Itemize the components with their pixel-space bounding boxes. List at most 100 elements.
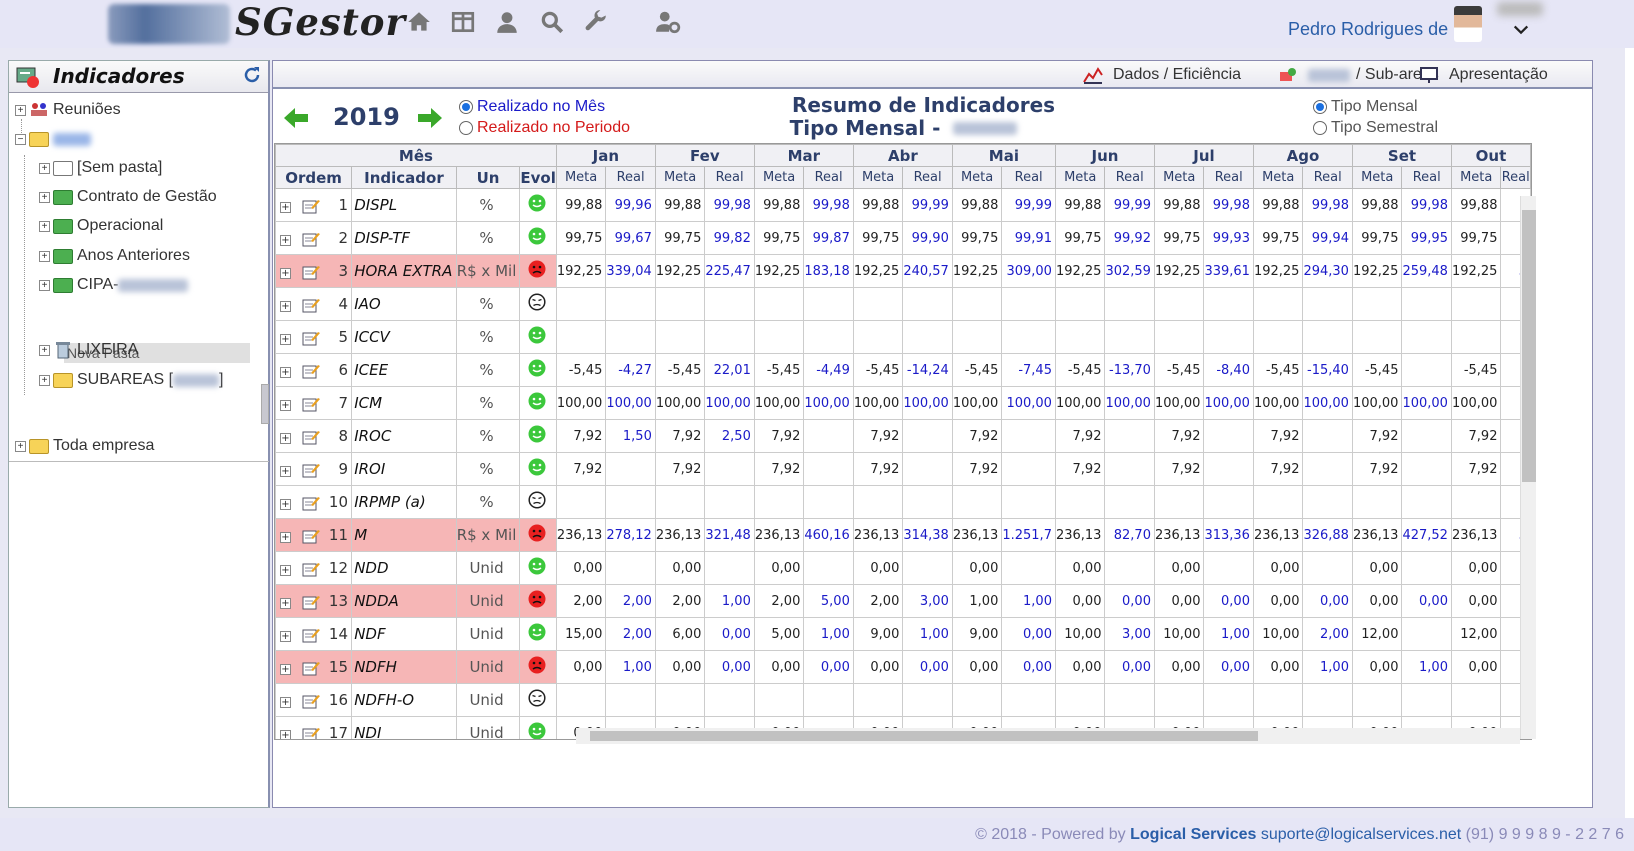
edit-icon[interactable]	[302, 396, 320, 412]
tree-item-sem-pasta[interactable]: + [Sem pasta]	[39, 157, 162, 179]
expand-icon[interactable]: +	[280, 564, 291, 576]
table-row[interactable]: +6 ICEE% -5,45 -4,27 -5,45 22,01 -5,45 -4,49 -5,…	[275, 353, 1531, 387]
row-indicator[interactable]: DISPL	[351, 188, 457, 222]
table-row[interactable]: +10 IRPMP (a)%	[275, 485, 1531, 519]
footer-email[interactable]: suporte@logicalservices.net	[1261, 826, 1461, 843]
edit-icon[interactable]	[302, 627, 320, 643]
edit-icon[interactable]	[302, 198, 320, 214]
expand-icon[interactable]: +	[280, 201, 291, 213]
table-row[interactable]: +13 NDDA Unid 2,00 2,00 2,00 1,00 2,00 5,00 2,00 3…	[275, 584, 1531, 618]
expand-icon[interactable]: +	[280, 300, 291, 312]
layout-icon[interactable]	[449, 8, 477, 36]
refresh-icon[interactable]	[242, 65, 262, 85]
horizontal-scrollbar[interactable]	[576, 728, 1520, 744]
panel-splitter[interactable]	[261, 384, 269, 424]
expand-icon[interactable]: +	[280, 498, 291, 510]
edit-icon[interactable]	[302, 429, 320, 445]
user-settings-icon[interactable]	[654, 8, 682, 36]
row-indicator[interactable]: IROI	[351, 452, 457, 486]
tree-item-contrato[interactable]: + Contrato de Gestão	[39, 186, 217, 208]
row-indicator[interactable]: NDD	[351, 551, 457, 585]
row-indicator[interactable]: NDI	[351, 716, 457, 739]
table-row[interactable]: +8 IROC% 7,92 1,50 7,92 2,50 7,92 7,92 7,92 7,92 7…	[275, 419, 1531, 453]
header-indicador[interactable]: Indicador	[351, 166, 457, 189]
row-indicator[interactable]: NDFH-O	[351, 683, 457, 717]
header-ordem[interactable]: Ordem	[275, 166, 353, 189]
table-row[interactable]: +5 ICCV%	[275, 320, 1531, 354]
row-indicator[interactable]: ICEE	[351, 353, 457, 387]
expand-icon[interactable]: +	[280, 465, 291, 477]
edit-icon[interactable]	[302, 231, 320, 247]
row-indicator[interactable]: ICM	[351, 386, 457, 420]
tree-item-cipa[interactable]: + CIPA-	[39, 274, 189, 296]
subareas-link[interactable]: / Sub-areas	[1278, 66, 1439, 84]
table-row[interactable]: +12 NDD Unid 0,00 0,00 0,00 0,00 0,00 0,00 0,00 0,…	[275, 551, 1531, 585]
table-row[interactable]: +3 HORA EXTRA R$ x Mil 192,25 339,04 192,25 22…	[275, 254, 1531, 288]
table-row[interactable]: +15 NDFH Unid 0,00 1,00 0,00 0,00 0,00 0,00 0,00 0…	[275, 650, 1531, 684]
tipo-semestral-radio[interactable]: Tipo Semestral	[1313, 119, 1438, 137]
table-row[interactable]: +4 IAO%	[275, 287, 1531, 321]
edit-icon[interactable]	[302, 594, 320, 610]
expand-icon[interactable]: +	[280, 597, 291, 609]
tree-item-anos[interactable]: + Anos Anteriores	[39, 245, 190, 267]
edit-icon[interactable]	[302, 726, 320, 740]
row-indicator[interactable]: IROC	[351, 419, 457, 453]
expand-icon[interactable]: +	[280, 696, 291, 708]
expand-icon[interactable]: +	[280, 234, 291, 246]
row-indicator[interactable]: IAO	[351, 287, 457, 321]
row-indicator[interactable]: M	[351, 518, 457, 552]
apresentacao-link[interactable]: Apresentação	[1419, 66, 1548, 84]
table-row[interactable]: +16 NDFH-O Unid	[275, 683, 1531, 717]
radio-button[interactable]	[1313, 121, 1327, 135]
expand-icon[interactable]: +	[15, 104, 26, 116]
table-row[interactable]: +14 NDF Unid 15,00 2,00 6,00 0,00 5,00 1,00 9,00 1…	[275, 617, 1531, 651]
tree-item-lixeira[interactable]: + LIXEIRA	[39, 339, 138, 361]
user-icon[interactable]	[493, 8, 521, 36]
table-row[interactable]: +2 DISP-TF% 99,75 99,67 99,75 99,82 99,75 99,87…	[275, 221, 1531, 255]
user-name[interactable]: Pedro Rodrigues de	[1288, 19, 1448, 40]
table-row[interactable]: +1 DISPL% 99,88 99,96 99,88 99,98 99,88 99,98 99…	[275, 188, 1531, 222]
edit-icon[interactable]	[302, 495, 320, 511]
row-indicator[interactable]: ICCV	[351, 320, 457, 354]
edit-icon[interactable]	[302, 363, 320, 379]
expand-icon[interactable]: +	[280, 663, 291, 675]
home-icon[interactable]	[405, 8, 433, 36]
tree-item-toda-empresa[interactable]: + Toda empresa	[15, 435, 154, 457]
table-row[interactable]: +7 ICM% 100,00 100,00 100,00 100,00 100,00 100,…	[275, 386, 1531, 420]
row-indicator[interactable]: NDF	[351, 617, 457, 651]
expand-icon[interactable]: +	[280, 267, 291, 279]
avatar[interactable]	[1454, 6, 1482, 42]
row-indicator[interactable]: IRPMP (a)	[351, 485, 457, 519]
row-indicator[interactable]: HORA EXTRA	[351, 254, 457, 288]
expand-icon[interactable]: +	[280, 333, 291, 345]
expand-icon[interactable]: +	[280, 630, 291, 642]
edit-icon[interactable]	[302, 660, 320, 676]
search-icon[interactable]	[538, 8, 566, 36]
table-row[interactable]: +9 IROI% 7,92 7,92 7,92 7,92 7,92 7,92 7,92 7,92 7…	[275, 452, 1531, 486]
footer-company[interactable]: Logical Services	[1130, 826, 1256, 843]
collapse-icon[interactable]: −	[15, 133, 26, 145]
edit-icon[interactable]	[302, 528, 320, 544]
tree-item-subareas[interactable]: + SUBAREAS [ ]	[39, 369, 223, 391]
edit-icon[interactable]	[302, 330, 320, 346]
edit-icon[interactable]	[302, 462, 320, 478]
radio-button[interactable]	[1313, 100, 1327, 114]
tree-item-area[interactable]: −	[15, 128, 91, 150]
scrollbar-thumb[interactable]	[590, 731, 1258, 741]
table-row[interactable]: +11 M R$ x Mil 236,13 278,12 236,13 321,48 236,…	[275, 518, 1531, 552]
chevron-down-icon[interactable]	[1512, 21, 1530, 39]
expand-icon[interactable]: +	[280, 729, 291, 739]
row-indicator[interactable]: DISP-TF	[351, 221, 457, 255]
expand-icon[interactable]: +	[280, 399, 291, 411]
edit-icon[interactable]	[302, 561, 320, 577]
edit-icon[interactable]	[302, 297, 320, 313]
wrench-icon[interactable]	[582, 8, 610, 36]
tree-item-operacional[interactable]: + Operacional	[39, 215, 163, 237]
row-indicator[interactable]: NDFH	[351, 650, 457, 684]
expand-icon[interactable]: +	[280, 432, 291, 444]
scrollbar-thumb[interactable]	[1522, 210, 1536, 482]
edit-icon[interactable]	[302, 264, 320, 280]
row-indicator[interactable]: NDDA	[351, 584, 457, 618]
tipo-mensal-radio[interactable]: Tipo Mensal	[1313, 98, 1418, 116]
dados-eficiencia-link[interactable]: Dados / Eficiência	[1083, 66, 1241, 84]
